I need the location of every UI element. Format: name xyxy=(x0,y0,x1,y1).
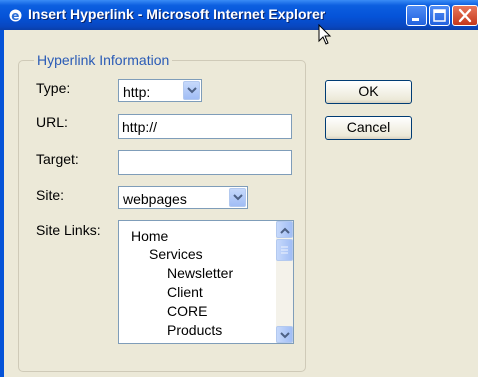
type-value: http: xyxy=(123,84,151,100)
minimize-button[interactable] xyxy=(406,5,427,26)
site-select[interactable]: webpages xyxy=(118,186,248,209)
ie-icon: e xyxy=(8,8,23,23)
minimize-icon xyxy=(412,18,419,21)
mouse-cursor-icon xyxy=(318,24,332,45)
type-dropdown-button[interactable] xyxy=(183,81,200,100)
close-icon xyxy=(458,8,472,23)
list-item-newsletter[interactable]: Newsletter xyxy=(167,265,233,281)
svg-text:e: e xyxy=(11,9,19,23)
scroll-thumb[interactable] xyxy=(276,239,293,261)
list-scrollbar[interactable] xyxy=(276,221,293,343)
scroll-up-button[interactable] xyxy=(276,221,293,238)
maximize-button[interactable] xyxy=(429,5,450,26)
list-item-services[interactable]: Services xyxy=(149,246,203,262)
chevron-down-icon xyxy=(280,332,290,339)
chevron-down-icon xyxy=(233,194,243,201)
site-links-label: Site Links: xyxy=(36,222,101,238)
url-input[interactable]: http:// xyxy=(118,114,292,139)
target-input[interactable] xyxy=(118,150,292,175)
url-label: URL: xyxy=(36,114,68,130)
site-links-list[interactable]: Home Services Newsletter Client CORE Pro… xyxy=(118,220,294,344)
group-title: Hyperlink Information xyxy=(34,52,173,68)
window-title: Insert Hyperlink - Microsoft Internet Ex… xyxy=(28,6,326,22)
scroll-down-button[interactable] xyxy=(276,326,293,343)
site-dropdown-button[interactable] xyxy=(229,188,246,207)
chevron-down-icon xyxy=(187,87,197,94)
title-bar[interactable]: e Insert Hyperlink - Microsoft Internet … xyxy=(0,0,478,30)
grip-icon xyxy=(281,246,288,254)
chevron-up-icon xyxy=(280,227,290,234)
list-item-products[interactable]: Products xyxy=(167,322,222,338)
target-label: Target: xyxy=(36,151,79,167)
site-label: Site: xyxy=(36,187,65,203)
close-button[interactable] xyxy=(452,5,478,26)
list-item-core[interactable]: CORE xyxy=(167,303,207,319)
ok-button[interactable]: OK xyxy=(325,80,412,104)
list-item-home[interactable]: Home xyxy=(131,228,168,244)
type-label: Type: xyxy=(36,80,71,96)
maximize-icon xyxy=(433,9,446,22)
dialog-window: e Insert Hyperlink - Microsoft Internet … xyxy=(0,0,478,377)
cancel-button[interactable]: Cancel xyxy=(325,116,412,140)
type-select[interactable]: http: xyxy=(118,79,202,102)
site-value: webpages xyxy=(123,191,187,207)
list-item-client[interactable]: Client xyxy=(167,284,203,300)
window-border xyxy=(0,30,4,377)
